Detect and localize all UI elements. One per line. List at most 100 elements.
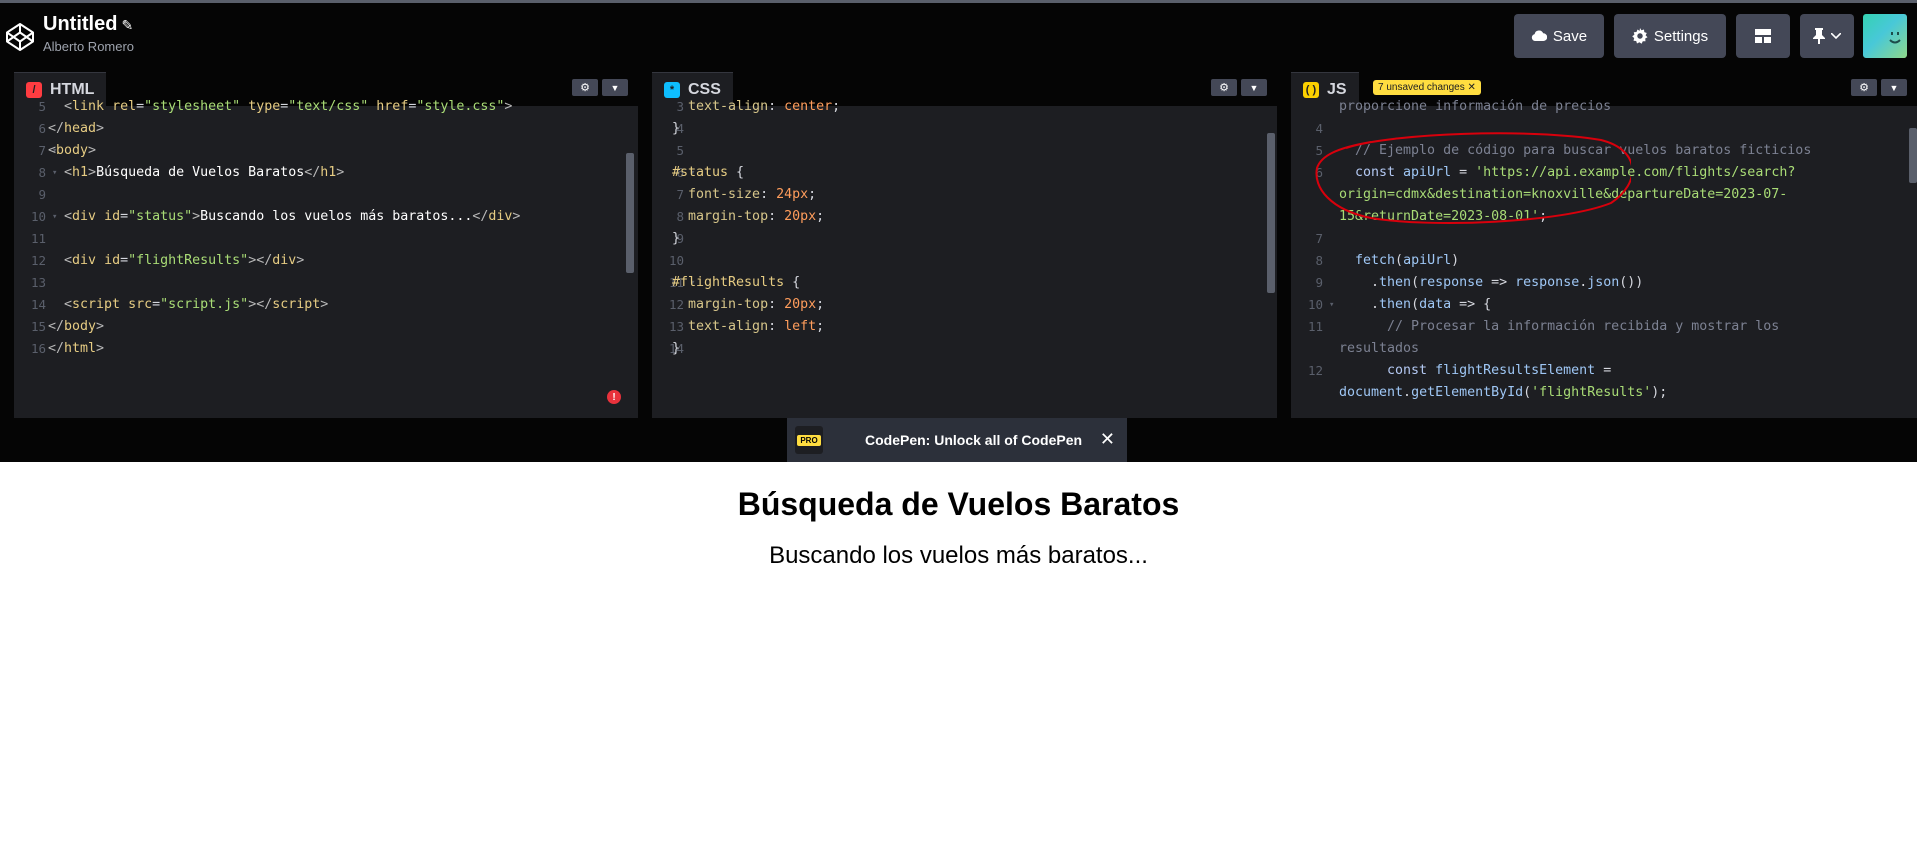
code-token: margin-top <box>688 297 769 312</box>
code-line[interactable]: </body> <box>48 316 104 338</box>
code-token: Buscando los vuelos más baratos... <box>200 209 473 224</box>
css-code-editor[interactable]: 3 text-align: center; 4} 5 6 ▾ #status {7 fon… <box>652 99 1277 418</box>
code-token: body <box>56 143 89 158</box>
pen-title-block: Untitled ✎ Alberto Romero <box>43 13 134 54</box>
line-number: 5 <box>38 99 46 114</box>
code-token: } <box>672 231 681 246</box>
html-collapse-button[interactable]: ▼ <box>602 79 628 96</box>
code-line[interactable]: </head> <box>48 118 104 140</box>
code-line[interactable]: <body> <box>48 140 96 162</box>
pen-title[interactable]: Untitled <box>43 13 117 35</box>
code-line[interactable]: resultados <box>1339 338 1419 360</box>
line-number: 14 <box>30 297 46 312</box>
code-token: "flightResults" <box>128 253 249 268</box>
code-line[interactable]: #flightResults { <box>672 272 800 294</box>
promo-text[interactable]: CodePen: Unlock all of CodePen <box>865 432 1082 448</box>
line-number: 8 <box>1315 253 1323 268</box>
code-token: 20px <box>784 209 817 224</box>
codepen-logo-icon[interactable] <box>4 21 36 53</box>
pin-menu-button[interactable] <box>1800 14 1854 58</box>
css-settings-button[interactable]: ⚙ <box>1211 79 1237 96</box>
line-number: 5 <box>676 143 684 158</box>
code-token: => { <box>1451 297 1492 312</box>
html-scrollbar[interactable] <box>626 153 634 273</box>
code-line[interactable]: } <box>672 118 680 140</box>
html-css-resizer[interactable] <box>638 68 652 418</box>
code-token: src <box>128 297 153 312</box>
code-token: response <box>1515 275 1580 290</box>
code-token: : <box>768 297 785 312</box>
code-line[interactable]: <div id="status">Buscando los vuelos más… <box>48 206 520 228</box>
code-line[interactable]: </html> <box>48 338 104 360</box>
code-token: = <box>120 253 129 268</box>
code-token: 'flightResults' <box>1531 385 1652 400</box>
code-token: link <box>72 99 113 114</box>
code-line[interactable]: <h1>Búsqueda de Vuelos Baratos</h1> <box>48 162 344 184</box>
fold-arrow-icon[interactable]: ▾ <box>1329 294 1334 316</box>
pro-badge-text: PRO <box>797 434 821 446</box>
user-avatar[interactable] <box>1863 14 1907 58</box>
css-collapse-button[interactable]: ▼ <box>1241 79 1267 96</box>
code-token: fetch <box>1355 253 1396 268</box>
settings-button[interactable]: Settings <box>1614 14 1726 58</box>
line-number <box>1291 96 1323 118</box>
code-line[interactable]: } <box>672 228 680 250</box>
code-line[interactable]: .then(response => response.json()) <box>1339 272 1643 294</box>
js-scrollbar[interactable] <box>1909 128 1917 183</box>
code-token: head <box>64 121 97 136</box>
js-settings-button[interactable]: ⚙ <box>1851 79 1877 96</box>
line-number: 12 <box>30 253 46 268</box>
js-collapse-button[interactable]: ▼ <box>1881 79 1907 96</box>
code-token: > <box>96 121 105 136</box>
code-line[interactable]: font-size: 24px; <box>672 184 816 206</box>
css-js-resizer[interactable] <box>1277 68 1291 418</box>
close-icon[interactable]: ✕ <box>1100 429 1115 450</box>
line-number: 9 <box>38 187 46 202</box>
code-line[interactable]: .then(data => { <box>1339 294 1491 316</box>
html-code-editor[interactable]: 5 <link rel="stylesheet" type="text/css"… <box>14 99 638 418</box>
line-number: 8 <box>38 165 46 180</box>
code-line[interactable]: text-align: left; <box>672 316 824 338</box>
html-settings-button[interactable]: ⚙ <box>572 79 598 96</box>
code-line[interactable]: proporcione información de precios <box>1339 96 1611 118</box>
code-line[interactable]: // Procesar la información recibida y mo… <box>1339 316 1779 338</box>
promo-banner[interactable]: PRO CodePen: Unlock all of CodePen ✕ <box>787 418 1127 462</box>
code-line[interactable]: document.getElementById('flightResults')… <box>1339 382 1667 404</box>
code-line[interactable]: <div id="flightResults"></div> <box>48 250 304 272</box>
code-line[interactable]: <script src="script.js"></script> <box>48 294 328 316</box>
css-scrollbar[interactable] <box>1267 133 1275 293</box>
code-token: < <box>64 165 73 180</box>
pencil-icon[interactable]: ✎ <box>121 17 133 33</box>
save-button[interactable]: Save <box>1514 14 1604 58</box>
code-token: div <box>272 253 297 268</box>
line-number <box>1291 382 1323 404</box>
author-name[interactable]: Alberto Romero <box>43 39 134 54</box>
code-token: getElementById <box>1411 385 1524 400</box>
code-token: > <box>320 297 329 312</box>
left-resizer[interactable] <box>0 68 14 418</box>
code-token: > <box>88 143 97 158</box>
code-line[interactable]: <link rel="stylesheet" type="text/css" h… <box>48 96 512 118</box>
code-token: : <box>768 99 785 114</box>
code-token: . <box>1339 275 1380 290</box>
unsaved-changes-badge[interactable]: 7 unsaved changes ✕ <box>1373 80 1481 95</box>
code-token: . <box>1339 297 1380 312</box>
code-token: then <box>1379 275 1412 290</box>
line-number: 13 <box>30 275 46 290</box>
code-token: = <box>1595 363 1612 378</box>
code-line[interactable]: const flightResultsElement = <box>1339 360 1611 382</box>
change-view-button[interactable] <box>1736 14 1790 58</box>
code-line[interactable]: } <box>672 338 680 360</box>
code-line[interactable]: text-align: center; <box>672 96 840 118</box>
gear-icon: ⚙ <box>1219 82 1229 94</box>
code-line[interactable]: fetch(apiUrl) <box>1339 250 1459 272</box>
error-icon[interactable]: ! <box>607 390 621 404</box>
code-token: . <box>1403 385 1412 400</box>
code-line[interactable]: margin-top: 20px; <box>672 294 824 316</box>
code-line[interactable]: #status { <box>672 162 744 184</box>
code-token: div <box>488 209 513 224</box>
code-line[interactable]: margin-top: 20px; <box>672 206 824 228</box>
